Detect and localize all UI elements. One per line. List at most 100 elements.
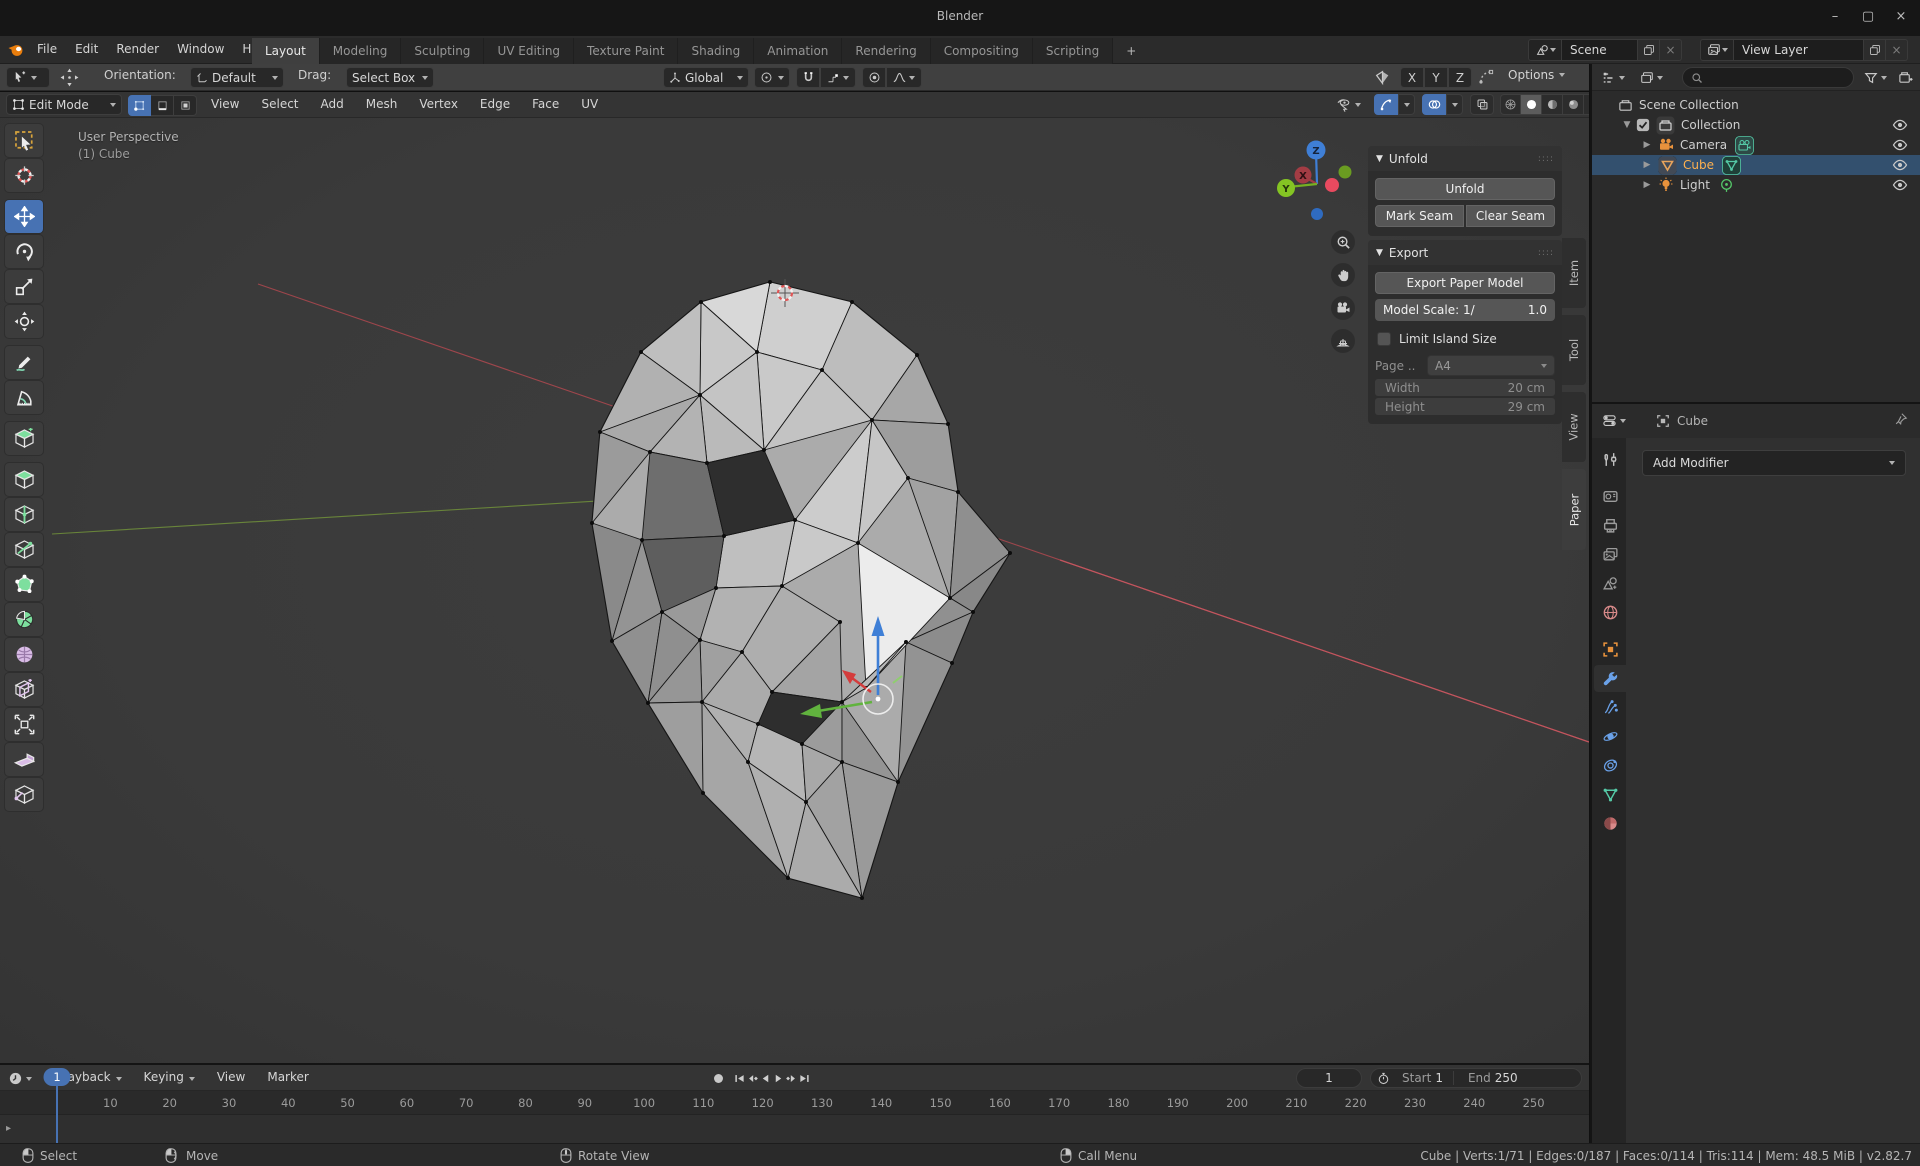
view-layer-field[interactable]: View Layer bbox=[1734, 39, 1864, 61]
mirror-icon[interactable] bbox=[1374, 69, 1391, 86]
page-size-dropdown[interactable]: A4 bbox=[1427, 355, 1555, 376]
proportional-falloff-dropdown[interactable] bbox=[886, 67, 922, 88]
camera-view-icon[interactable] bbox=[1331, 296, 1355, 320]
scene-name-field[interactable]: Scene bbox=[1562, 39, 1638, 61]
outliner-row-collection[interactable]: ▼Collection bbox=[1592, 115, 1920, 135]
snap-path-icon[interactable] bbox=[1478, 69, 1494, 85]
outliner-search-input[interactable] bbox=[1682, 67, 1854, 88]
workspace-tab-sculpting[interactable]: Sculpting bbox=[401, 38, 484, 64]
tool-loop-cut-button[interactable] bbox=[5, 498, 43, 531]
orthographic-toggle-icon[interactable] bbox=[1331, 329, 1355, 353]
add-modifier-dropdown[interactable]: Add Modifier bbox=[1642, 450, 1906, 476]
next-keyframe-button[interactable] bbox=[785, 1069, 797, 1087]
sidebar-tab-view[interactable]: View bbox=[1562, 392, 1586, 462]
add-workspace-button[interactable]: + bbox=[1113, 38, 1149, 64]
zoom-view-icon[interactable] bbox=[1331, 230, 1355, 254]
mark-seam-button[interactable]: Mark Seam bbox=[1375, 205, 1464, 227]
outliner-row-camera[interactable]: ▶Camera bbox=[1592, 135, 1920, 155]
panel-grip-icon[interactable]: :::: bbox=[1538, 248, 1554, 258]
timeline-menu-marker[interactable]: Marker bbox=[256, 1065, 319, 1090]
tool-rotate-button[interactable] bbox=[5, 235, 43, 268]
menu-file[interactable]: File bbox=[28, 36, 66, 63]
properties-tab-tool[interactable] bbox=[1594, 446, 1626, 473]
properties-tab-scene[interactable] bbox=[1594, 570, 1626, 597]
properties-tab-physics[interactable] bbox=[1594, 723, 1626, 750]
sidebar-tab-paper[interactable]: Paper bbox=[1562, 469, 1586, 550]
limit-island-size-checkbox[interactable] bbox=[1377, 332, 1391, 346]
hide-in-viewport-eye-icon[interactable] bbox=[1892, 117, 1908, 133]
tweak-move-icon[interactable] bbox=[60, 68, 79, 87]
view-layer-remove-icon[interactable]: × bbox=[1886, 39, 1908, 61]
sidebar-tab-tool[interactable]: Tool bbox=[1562, 315, 1586, 385]
viewport-canvas[interactable]: User Perspective (1) Cube Z X Y bbox=[0, 118, 1589, 1063]
properties-tab-material[interactable] bbox=[1594, 810, 1626, 837]
clear-seam-button[interactable]: Clear Seam bbox=[1466, 205, 1555, 227]
snap-magnet-icon[interactable] bbox=[796, 67, 820, 88]
hide-in-viewport-eye-icon[interactable] bbox=[1892, 137, 1908, 153]
expander-icon[interactable]: ▼ bbox=[1622, 120, 1632, 130]
orientation-dropdown[interactable]: Default bbox=[190, 67, 284, 88]
navigation-gizmo[interactable]: Z X Y bbox=[1270, 132, 1365, 227]
current-frame-badge[interactable]: 1 bbox=[44, 1068, 71, 1086]
head-mesh[interactable] bbox=[592, 282, 1010, 898]
workspace-tab-compositing[interactable]: Compositing bbox=[931, 38, 1033, 64]
nav-axis-z-neg[interactable] bbox=[1311, 208, 1323, 220]
tool-poly-build-button[interactable] bbox=[5, 568, 43, 601]
tool-spin-button[interactable] bbox=[5, 603, 43, 636]
tool-move-button[interactable] bbox=[5, 200, 43, 233]
view-layer-icon[interactable] bbox=[1700, 39, 1734, 61]
tool-cursor-button[interactable] bbox=[5, 159, 43, 192]
start-frame-field[interactable]: Start bbox=[1398, 1071, 1435, 1085]
page-height-field[interactable]: Height29 cm bbox=[1375, 398, 1555, 415]
timeline-menu-view[interactable]: View bbox=[206, 1065, 256, 1090]
outliner-filter-icon[interactable] bbox=[1864, 67, 1887, 88]
expander-icon[interactable]: ▶ bbox=[1642, 180, 1652, 190]
jump-to-start-button[interactable] bbox=[733, 1069, 745, 1087]
blender-logo-icon[interactable] bbox=[7, 41, 25, 59]
properties-tab-constraints[interactable] bbox=[1594, 752, 1626, 779]
workspace-tab-scripting[interactable]: Scripting bbox=[1033, 38, 1113, 64]
expander-icon[interactable]: ▶ bbox=[1642, 160, 1652, 170]
tool-transform-button[interactable] bbox=[5, 305, 43, 338]
workspace-tab-rendering[interactable]: Rendering bbox=[842, 38, 930, 64]
workspace-tab-uv-editing[interactable]: UV Editing bbox=[484, 38, 574, 64]
hide-in-viewport-eye-icon[interactable] bbox=[1892, 177, 1908, 193]
properties-tab-render[interactable] bbox=[1594, 483, 1626, 510]
workspace-tab-animation[interactable]: Animation bbox=[754, 38, 842, 64]
workspace-tab-layout[interactable]: Layout bbox=[252, 38, 320, 64]
properties-tab-view-layer[interactable] bbox=[1594, 541, 1626, 568]
timeline-editor-type-dropdown[interactable] bbox=[8, 1068, 32, 1089]
play-reverse-button[interactable] bbox=[759, 1069, 771, 1087]
mirror-axis-z-button[interactable]: Z bbox=[1448, 67, 1472, 88]
options-dropdown[interactable]: Options bbox=[1508, 68, 1565, 82]
properties-tab-particles[interactable] bbox=[1594, 694, 1626, 721]
properties-tab-modifiers[interactable] bbox=[1594, 665, 1626, 692]
collection-checkbox[interactable] bbox=[1636, 118, 1650, 132]
outliner-row-scene-collection[interactable]: Scene Collection bbox=[1592, 95, 1920, 115]
tool-rip-region-button[interactable] bbox=[5, 778, 43, 811]
light-data-icon[interactable] bbox=[1718, 177, 1735, 194]
timeline-menu-keying[interactable]: Keying bbox=[133, 1065, 206, 1090]
stopwatch-icon[interactable] bbox=[1377, 1072, 1390, 1085]
drag-dropdown[interactable]: Select Box bbox=[346, 67, 434, 88]
hide-in-viewport-eye-icon[interactable] bbox=[1892, 157, 1908, 173]
auto-key-record-icon[interactable] bbox=[712, 1072, 725, 1085]
close-button[interactable]: × bbox=[1886, 6, 1916, 28]
timeline-ruler[interactable]: 1020304050607080901001101201301401501601… bbox=[0, 1091, 1589, 1115]
outliner-display-mode-dropdown[interactable] bbox=[1640, 67, 1663, 88]
camera-data-icon[interactable] bbox=[1735, 136, 1754, 155]
scene-copy-icon[interactable] bbox=[1638, 39, 1660, 61]
maximize-button[interactable]: ▢ bbox=[1853, 6, 1883, 28]
properties-tab-object-data[interactable] bbox=[1594, 781, 1626, 808]
workspace-tab-texture-paint[interactable]: Texture Paint bbox=[574, 38, 678, 64]
mesh-data-icon[interactable] bbox=[1722, 156, 1741, 175]
tool-smooth-button[interactable] bbox=[5, 638, 43, 671]
scene-unlink-icon[interactable]: × bbox=[1660, 39, 1682, 61]
nav-axis-x[interactable] bbox=[1325, 178, 1339, 192]
tool-select-box-button[interactable] bbox=[5, 124, 43, 157]
transform-space-dropdown[interactable]: Global bbox=[663, 67, 749, 88]
properties-tab-output[interactable] bbox=[1594, 512, 1626, 539]
tool-edge-slide-button[interactable] bbox=[5, 673, 43, 706]
new-collection-icon[interactable] bbox=[1898, 67, 1913, 88]
expander-icon[interactable]: ▶ bbox=[1642, 140, 1652, 150]
